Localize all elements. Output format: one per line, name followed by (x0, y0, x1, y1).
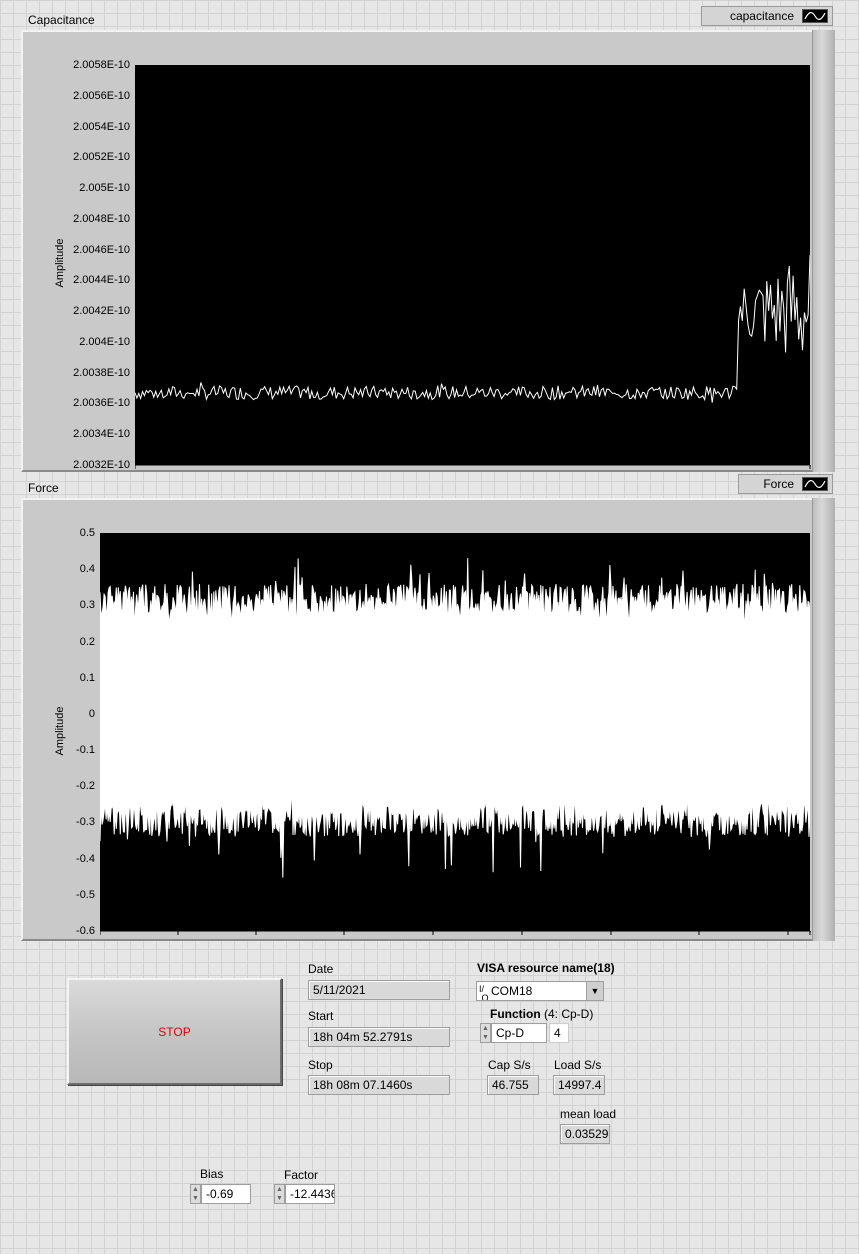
force-y-axis-title: Amplitude (54, 706, 66, 756)
increment-arrow-icon[interactable]: ▲ (481, 1024, 490, 1033)
visa-resource-selector[interactable]: I/ O COM18 ▼ (476, 981, 604, 1001)
capacitance-x-axis (135, 465, 811, 469)
capacitance-y-tick-label: 2.0034E-10 (73, 428, 130, 441)
capacitance-y-tick-label: 2.0042E-10 (73, 305, 130, 318)
visa-io-icon: I/ O (479, 984, 489, 1001)
bias-increment-decrement[interactable]: ▲ ▼ (190, 1184, 201, 1204)
capacitance-y-tick-label: 2.0044E-10 (73, 274, 130, 287)
capacitance-legend-label: capacitance (729, 9, 794, 23)
capacitance-y-tick-label: 2.005E-10 (79, 182, 130, 195)
capacitance-plot-area[interactable] (135, 65, 810, 465)
force-frame-rail (812, 498, 835, 941)
visa-resource-value: COM18 (491, 984, 533, 998)
force-chart-label: Force (28, 481, 59, 495)
capacitance-chart-label: Capacitance (28, 13, 95, 27)
start-time-indicator: 18h 04m 52.2791s (308, 1027, 450, 1047)
force-y-tick-label: 0.2 (79, 635, 95, 648)
load-rate-indicator: 14997.4 (553, 1075, 605, 1095)
stop-time-indicator: 18h 08m 07.1460s (308, 1075, 450, 1095)
force-y-tick-label: -0.4 (76, 852, 95, 865)
factor-label: Factor (284, 1168, 319, 1182)
stop-time-label: Stop (308, 1058, 333, 1072)
line-plot-icon (802, 477, 828, 491)
capacitance-y-tick-label: 2.0038E-10 (73, 366, 130, 379)
decrement-arrow-icon[interactable]: ▼ (481, 1033, 490, 1042)
bias-numeric-control[interactable]: -0.69 (201, 1184, 251, 1204)
force-y-tick-label: -0.3 (76, 816, 95, 829)
stop-button-label: STOP (158, 1024, 191, 1039)
date-label: Date (308, 962, 334, 976)
bias-label: Bias (200, 1167, 224, 1181)
function-label-text: Function (490, 1007, 541, 1021)
mean-load-indicator: 0.035298 (560, 1124, 610, 1144)
capacitance-y-tick-label: 2.0056E-10 (73, 89, 130, 102)
line-plot-icon (802, 9, 828, 23)
factor-numeric-control[interactable]: -12.4436 (285, 1184, 335, 1204)
cap-rate-label: Cap S/s (488, 1058, 531, 1072)
force-x-axis (100, 931, 811, 935)
capacitance-y-tick-label: 2.0046E-10 (73, 243, 130, 256)
force-y-tick-label: 0.5 (79, 527, 95, 539)
decrement-arrow-icon[interactable]: ▼ (275, 1194, 284, 1203)
force-y-tick-label: 0.4 (79, 563, 95, 576)
force-y-tick-label: -0.2 (76, 780, 95, 793)
force-y-tick-label: 0 (88, 707, 95, 720)
capacitance-y-axis-title: Amplitude (54, 238, 66, 288)
function-ring-control[interactable]: Cp-D (491, 1023, 547, 1043)
capacitance-legend[interactable]: capacitance (701, 6, 833, 26)
increment-arrow-icon[interactable]: ▲ (275, 1185, 284, 1194)
capacitance-y-tick-label: 2.0058E-10 (73, 59, 130, 71)
load-rate-label: Load S/s (554, 1058, 602, 1072)
capacitance-y-tick-label: 2.004E-10 (79, 335, 130, 348)
force-y-tick-label: 0.1 (79, 671, 95, 684)
force-legend-label: Force (763, 477, 794, 491)
force-plot-area[interactable] (100, 533, 810, 931)
start-label: Start (308, 1009, 334, 1023)
increment-arrow-icon[interactable]: ▲ (191, 1185, 200, 1194)
factor-increment-decrement[interactable]: ▲ ▼ (274, 1184, 285, 1204)
capacitance-frame-rail (812, 30, 835, 472)
force-y-tick-label: -0.5 (76, 888, 95, 901)
visa-resource-label: VISA resource name(18) (477, 961, 615, 975)
capacitance-y-tick-label: 2.0052E-10 (73, 151, 130, 164)
cap-rate-indicator: 46.755 (487, 1075, 539, 1095)
force-y-tick-label: -0.1 (76, 744, 95, 757)
capacitance-y-tick-label: 2.0036E-10 (73, 397, 130, 410)
capacitance-y-tick-label: 2.0048E-10 (73, 212, 130, 225)
date-indicator: 5/11/2021 (308, 980, 450, 1000)
chevron-down-icon[interactable]: ▼ (586, 982, 603, 1000)
function-hint: (4: Cp-D) (544, 1007, 594, 1021)
force-y-tick-label: -0.6 (76, 925, 95, 937)
mean-load-label: mean load (560, 1107, 617, 1121)
decrement-arrow-icon[interactable]: ▼ (191, 1194, 200, 1203)
capacitance-y-tick-label: 2.0032E-10 (73, 459, 130, 471)
function-increment-decrement[interactable]: ▲ ▼ (480, 1023, 491, 1043)
function-label: Function (4: Cp-D) (490, 1007, 593, 1021)
force-y-tick-label: 0.3 (79, 599, 95, 612)
capacitance-y-tick-label: 2.0054E-10 (73, 120, 130, 133)
force-legend[interactable]: Force (738, 474, 833, 494)
stop-button[interactable]: STOP (67, 978, 282, 1085)
function-index-display: 4 (549, 1023, 569, 1043)
